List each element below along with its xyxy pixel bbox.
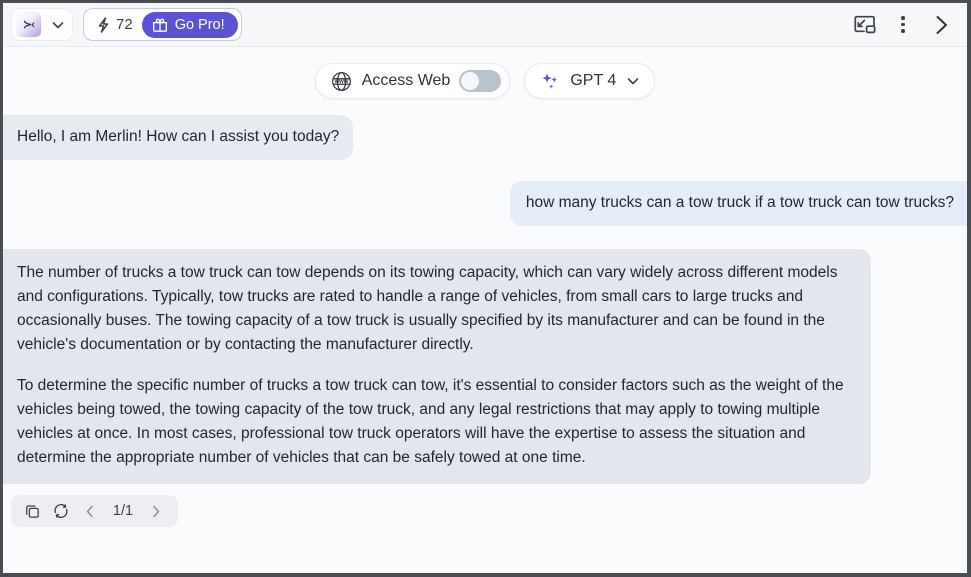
answer-paragraph-2: To determine the specific number of truc… bbox=[17, 377, 844, 467]
access-web-label: Access Web bbox=[361, 72, 451, 89]
chat-thread: Hello, I am Merlin! How can I assist you… bbox=[3, 109, 967, 573]
user-message-bubble: how many trucks can a tow truck if a tow… bbox=[509, 181, 967, 227]
access-web-chip[interactable]: www Access Web bbox=[314, 63, 511, 99]
header-right-group bbox=[853, 13, 957, 37]
response-page-indicator: 1/1 bbox=[112, 503, 134, 520]
credit-count-label: 72 bbox=[116, 16, 133, 33]
more-options-icon[interactable] bbox=[891, 13, 915, 37]
chevron-down-icon[interactable] bbox=[625, 73, 641, 89]
svg-text:www: www bbox=[333, 78, 348, 84]
credit-counter: 72 bbox=[95, 16, 136, 34]
picture-in-picture-icon[interactable] bbox=[853, 13, 877, 37]
go-pro-label: Go Pro! bbox=[174, 16, 225, 33]
go-pro-button[interactable]: Go Pro! bbox=[141, 11, 238, 38]
message-row-greeting: Hello, I am Merlin! How can I assist you… bbox=[3, 109, 967, 161]
message-actions-toolbar: 1/1 bbox=[11, 495, 178, 528]
header-left-group: ≻‹ 72 Go Pro! bbox=[11, 8, 242, 41]
chat-options-toolbar: www Access Web GPT 4 bbox=[3, 47, 967, 109]
workspace-selector[interactable]: ≻‹ bbox=[11, 8, 73, 41]
sparkles-icon bbox=[540, 71, 561, 92]
merlin-logo-icon: ≻‹ bbox=[16, 12, 41, 37]
model-name-label: GPT 4 bbox=[570, 72, 617, 89]
answer-paragraph-1: The number of trucks a tow truck can tow… bbox=[17, 264, 838, 354]
vertical-dots bbox=[901, 16, 905, 33]
globe-www-icon: www bbox=[330, 70, 353, 93]
credits-pill[interactable]: 72 Go Pro! bbox=[83, 8, 242, 41]
refresh-icon[interactable] bbox=[49, 500, 73, 522]
model-selector-chip[interactable]: GPT 4 bbox=[524, 63, 656, 99]
previous-response-button[interactable] bbox=[78, 500, 102, 522]
lightning-bolt-icon bbox=[95, 16, 112, 34]
extension-panel: ≻‹ 72 Go Pro! www Access Web GPT 4 Hello… bbox=[0, 0, 971, 577]
chevron-right-icon[interactable] bbox=[929, 13, 953, 37]
gift-icon bbox=[152, 17, 168, 33]
message-row-assistant: The number of trucks a tow truck can tow… bbox=[3, 226, 967, 485]
next-response-button[interactable] bbox=[144, 500, 168, 522]
message-row-user: how many trucks can a tow truck if a tow… bbox=[3, 160, 967, 227]
assistant-answer-bubble: The number of trucks a tow truck can tow… bbox=[3, 249, 871, 485]
chevron-down-icon[interactable] bbox=[50, 17, 66, 33]
message-actions-row: 1/1 bbox=[3, 484, 967, 528]
access-web-toggle[interactable] bbox=[459, 70, 502, 92]
panel-header: ≻‹ 72 Go Pro! bbox=[3, 3, 967, 47]
assistant-greeting-bubble: Hello, I am Merlin! How can I assist you… bbox=[3, 115, 354, 161]
copy-icon[interactable] bbox=[20, 500, 44, 522]
